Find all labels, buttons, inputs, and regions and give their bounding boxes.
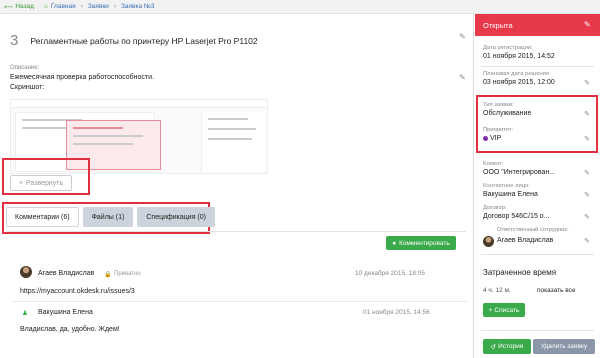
breadcrumb-separator: › bbox=[113, 3, 116, 10]
tabs-bar: Комментарии (6) Файлы (1) Спецификация (… bbox=[6, 207, 215, 227]
edit-priority-icon[interactable]: ✎ bbox=[584, 135, 590, 143]
breadcrumb-current: Заявка №3 bbox=[120, 3, 155, 10]
client-value[interactable]: ООО "Интегрирован... bbox=[483, 169, 555, 176]
ticket-title: Регламентные работы по принтеру HP Laser… bbox=[30, 35, 258, 46]
history-label: История bbox=[498, 343, 524, 350]
ticket-sidebar: Открыта ✎ Дата регистрации: 01 ноября 20… bbox=[475, 14, 600, 358]
type-label: Тип заявки: bbox=[483, 102, 514, 108]
history-button[interactable]: ↺ История bbox=[483, 339, 531, 354]
private-badge: Приватно bbox=[114, 271, 141, 277]
back-link[interactable]: ⟵ Назад bbox=[4, 3, 34, 11]
history-icon: ↺ bbox=[490, 343, 497, 351]
delete-ticket-button[interactable]: Удалить заявку bbox=[533, 339, 595, 354]
main-content: 3 Регламентные работы по принтеру HP Las… bbox=[0, 14, 474, 358]
expand-button[interactable]: + Развернуть bbox=[10, 175, 72, 191]
screenshot-line bbox=[73, 127, 123, 129]
description-text: Ежемесячная проверка работоспособности. bbox=[10, 74, 154, 81]
tab-files[interactable]: Файлы (1) bbox=[82, 207, 134, 227]
priority-label: Приоритет: bbox=[483, 127, 514, 133]
screenshot-line bbox=[208, 118, 248, 120]
comment-author: Агаев Владислав bbox=[38, 270, 95, 277]
registration-label: Дата регистрации: bbox=[483, 45, 533, 51]
contact-value[interactable]: Вакушина Елена bbox=[483, 191, 538, 198]
expand-label: Развернуть bbox=[25, 179, 64, 187]
status-badge[interactable]: Открыта ✎ bbox=[475, 14, 600, 36]
sidebar-divider bbox=[481, 254, 594, 255]
user-icon: ♟ bbox=[22, 310, 28, 317]
arrow-left-icon: ⟵ bbox=[4, 3, 14, 11]
comment-text[interactable]: https://myaccount.okdesk.ru/issues/3 bbox=[20, 288, 135, 295]
tab-comments[interactable]: Комментарии (6) bbox=[6, 207, 79, 227]
priority-value: VIP bbox=[483, 135, 501, 142]
avatar bbox=[20, 266, 32, 278]
show-all-link[interactable]: показать все bbox=[537, 287, 576, 294]
screenshot-line bbox=[208, 138, 252, 140]
client-label: Клиент: bbox=[483, 161, 504, 167]
priority-dot-icon bbox=[483, 135, 488, 141]
time-spent-title: Затраченное время bbox=[483, 268, 557, 277]
contact-label: Контактное лицо: bbox=[483, 183, 530, 189]
breadcrumb: ⌂ Главная › Заявки › Заявка №3 bbox=[44, 3, 155, 10]
comment-author: Вакушина Елена bbox=[38, 309, 93, 316]
edit-description-icon[interactable]: ✎ bbox=[459, 74, 467, 82]
responsible-label: Ответственный сотрудник: bbox=[497, 227, 569, 233]
breadcrumb-separator: › bbox=[80, 3, 83, 10]
screenshot-line bbox=[73, 135, 143, 137]
spend-time-button[interactable]: + Списать bbox=[483, 303, 525, 317]
edit-type-icon[interactable]: ✎ bbox=[584, 110, 590, 118]
edit-planned-icon[interactable]: ✎ bbox=[584, 79, 590, 87]
sidebar-divider bbox=[481, 66, 594, 67]
screenshot-line bbox=[208, 128, 256, 130]
screenshot-sidebar bbox=[201, 112, 265, 172]
tab-specification[interactable]: Спецификация (0) bbox=[137, 207, 215, 227]
spend-label: Списать bbox=[494, 306, 520, 314]
comment-date: 10 декабря 2015, 18:05 bbox=[355, 270, 425, 277]
contract-value[interactable]: Договор 546С/15 о... bbox=[483, 213, 550, 220]
tabs-divider bbox=[6, 231, 466, 232]
planned-value: 03 ноября 2015, 12:00 bbox=[483, 79, 555, 86]
edit-title-icon[interactable]: ✎ bbox=[459, 33, 467, 41]
responsible-value[interactable]: Агаев Владислав bbox=[497, 237, 553, 244]
hours-value: 4 ч. 12 м. bbox=[483, 287, 511, 294]
edit-status-icon[interactable]: ✎ bbox=[584, 21, 592, 29]
edit-responsible-icon[interactable]: ✎ bbox=[584, 237, 590, 245]
plus-icon: + bbox=[488, 306, 493, 314]
comment-divider bbox=[12, 301, 467, 302]
screenshot-line bbox=[73, 143, 133, 145]
edit-contact-icon[interactable]: ✎ bbox=[584, 191, 590, 199]
priority-text: VIP bbox=[490, 135, 502, 142]
planned-label: Плановая дата решения bbox=[483, 71, 549, 77]
screenshot-topbar bbox=[11, 100, 267, 108]
contract-label: Договор: bbox=[483, 205, 507, 211]
ticket-header: 3 Регламентные работы по принтеру HP Las… bbox=[10, 32, 258, 49]
breadcrumb-home[interactable]: Главная bbox=[51, 3, 76, 10]
screenshot-label: Скриншот: bbox=[10, 84, 45, 91]
plus-icon: + bbox=[18, 179, 23, 187]
home-icon: ⌂ bbox=[43, 3, 48, 10]
description-label: Описание: bbox=[10, 65, 40, 71]
breadcrumb-tickets[interactable]: Заявки bbox=[88, 3, 109, 10]
add-comment-button[interactable]: ● Комментировать bbox=[386, 236, 456, 250]
comment-icon: ● bbox=[392, 239, 397, 247]
edit-contract-icon[interactable]: ✎ bbox=[584, 213, 590, 221]
comment-text: Владислав, да, удобно. Ждем! bbox=[20, 326, 120, 333]
lock-icon: 🔒 bbox=[104, 272, 112, 278]
ticket-number: 3 bbox=[10, 32, 19, 49]
avatar bbox=[483, 236, 494, 247]
add-comment-label: Комментировать bbox=[399, 239, 450, 247]
edit-client-icon[interactable]: ✎ bbox=[584, 169, 590, 177]
top-bar: ⟵ Назад ⌂ Главная › Заявки › Заявка №3 bbox=[0, 0, 600, 14]
registration-value: 01 ноября 2015, 14:52 bbox=[483, 53, 555, 60]
status-label: Открыта bbox=[483, 20, 513, 30]
type-value: Обслуживание bbox=[483, 110, 532, 117]
sidebar-divider bbox=[481, 330, 594, 331]
comment-date: 01 ноября 2015, 14:56 bbox=[363, 309, 430, 316]
back-label: Назад bbox=[15, 3, 34, 10]
